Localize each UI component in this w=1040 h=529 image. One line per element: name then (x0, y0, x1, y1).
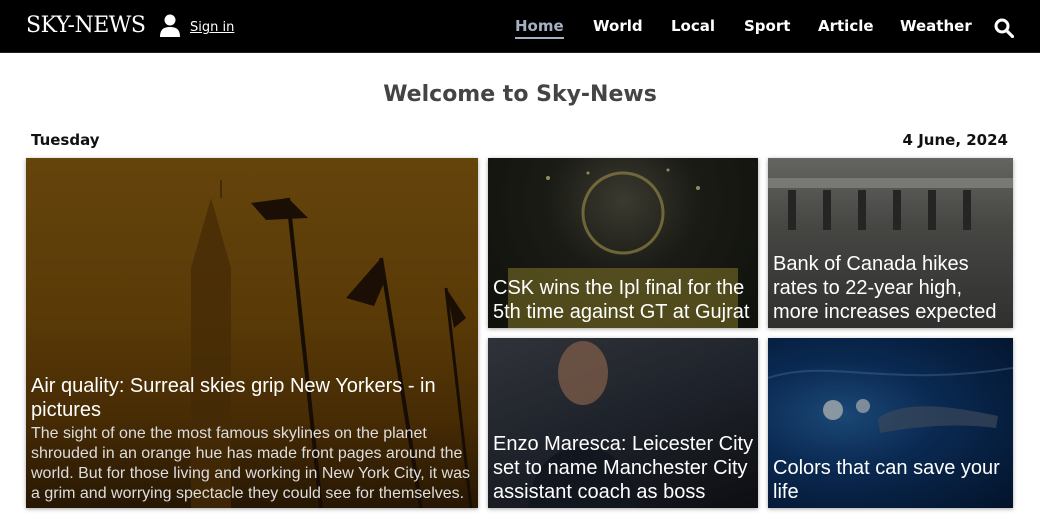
news-card-colors[interactable]: Colors that can save your life (768, 338, 1013, 508)
news-card-title[interactable]: Bank of Canada hikes rates to 22-year hi… (773, 252, 1009, 324)
news-card-bank-of-canada[interactable]: Bank of Canada hikes rates to 22-year hi… (768, 158, 1013, 328)
news-card-content: Colors that can save your life (773, 456, 1009, 504)
nav-weather[interactable]: Weather (900, 17, 972, 35)
news-card-enzo-maresca[interactable]: Enzo Maresca: Leicester City set to name… (488, 338, 758, 508)
news-card-title[interactable]: Air quality: Surreal skies grip New York… (31, 374, 474, 422)
news-card-title[interactable]: CSK wins the Ipl final for the 5th time … (493, 276, 754, 324)
news-card-content: Enzo Maresca: Leicester City set to name… (493, 432, 754, 504)
news-card-content: CSK wins the Ipl final for the 5th time … (493, 276, 754, 324)
site-logo[interactable]: SKY-NEWS (26, 13, 146, 38)
news-card-csk[interactable]: CSK wins the Ipl final for the 5th time … (488, 158, 758, 328)
news-card-content: Air quality: Surreal skies grip New York… (31, 374, 474, 504)
welcome-heading: Welcome to Sky-News (383, 82, 657, 107)
nav-world[interactable]: World (593, 17, 643, 35)
nav-article[interactable]: Article (818, 17, 874, 35)
news-card-description: The sight of one the most famous skyline… (31, 425, 471, 502)
sign-in-link[interactable]: Sign in (190, 20, 234, 35)
current-day: Tuesday (31, 131, 100, 149)
current-date: 4 June, 2024 (902, 131, 1008, 149)
user-icon[interactable] (160, 14, 180, 38)
nav-local[interactable]: Local (671, 17, 715, 35)
search-icon[interactable] (994, 18, 1014, 38)
news-card-air-quality[interactable]: Air quality: Surreal skies grip New York… (26, 158, 478, 508)
news-card-content: Bank of Canada hikes rates to 22-year hi… (773, 252, 1009, 324)
top-navbar: SKY-NEWS Sign in Home World Local Sport … (0, 0, 1040, 53)
news-card-title[interactable]: Colors that can save your life (773, 456, 1009, 504)
nav-home[interactable]: Home (515, 17, 564, 39)
news-card-title[interactable]: Enzo Maresca: Leicester City set to name… (493, 432, 754, 504)
nav-sport[interactable]: Sport (744, 17, 790, 35)
